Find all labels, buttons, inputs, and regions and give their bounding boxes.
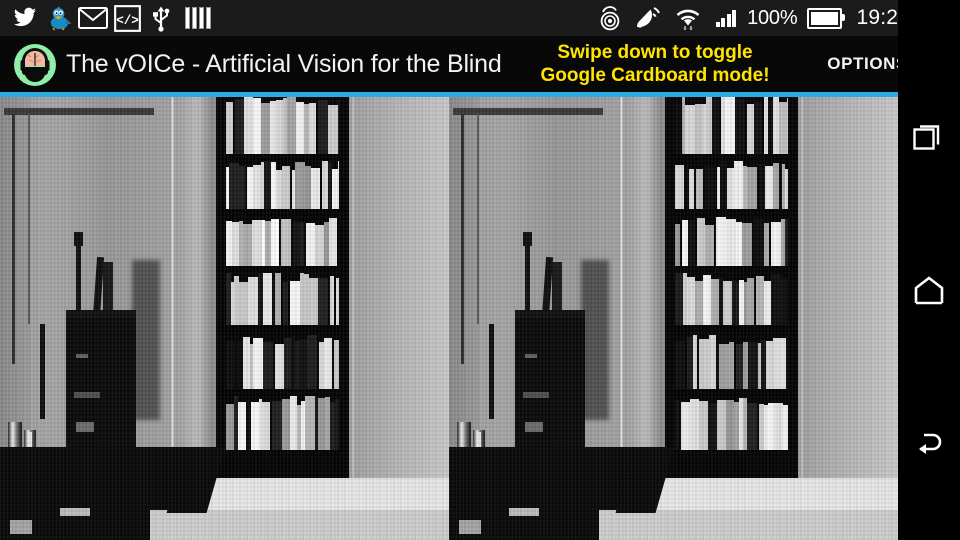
left-eye-view (0, 92, 449, 540)
camera-scene (0, 92, 449, 540)
status-bar-left-icons: </> (0, 3, 218, 33)
cell-signal-icon (712, 3, 740, 33)
page-title: The vOICe - Artificial Vision for the Bl… (66, 49, 502, 78)
alarm-ring-icon (595, 3, 625, 33)
options-button[interactable]: OPTIONS (827, 36, 908, 92)
status-bar-right-icons: 100% 19:23 (595, 0, 910, 36)
bars-icon (178, 3, 218, 33)
stereo-camera-view[interactable] (0, 92, 898, 540)
nav-back-button[interactable] (898, 411, 960, 473)
satellite-icon (632, 3, 664, 33)
banner-line-1: Swipe down to toggle (557, 42, 753, 63)
email-icon (76, 3, 110, 33)
code-icon: </> (110, 3, 144, 33)
twitter-icon (8, 3, 42, 33)
nav-bar-top-fill (898, 0, 960, 92)
status-bar: </> 100% 19:23 (0, 0, 960, 36)
scanline-overlay (449, 92, 898, 540)
tweetcaster-bird-icon (42, 3, 76, 33)
battery-icon (804, 3, 845, 33)
right-eye-view (449, 92, 898, 540)
battery-percent-label: 100% (747, 6, 798, 29)
nav-recents-button[interactable] (898, 106, 960, 168)
accent-divider-line (0, 92, 898, 97)
wifi-icon (671, 3, 705, 33)
nav-home-button[interactable] (898, 259, 960, 321)
svg-text:</>: </> (116, 13, 139, 27)
scanline-overlay (0, 92, 449, 540)
camera-scene (449, 92, 898, 540)
cardboard-hint-banner: Swipe down to toggle Google Cardboard mo… (480, 36, 830, 92)
banner-line-2: Google Cardboard mode! (540, 65, 770, 86)
usb-icon (144, 3, 178, 33)
phone-screen: </> 100% 19:23 The vOICe - Artificial Vi… (0, 0, 960, 540)
voice-brain-headphones-icon (13, 43, 57, 87)
android-nav-bar (898, 92, 960, 540)
